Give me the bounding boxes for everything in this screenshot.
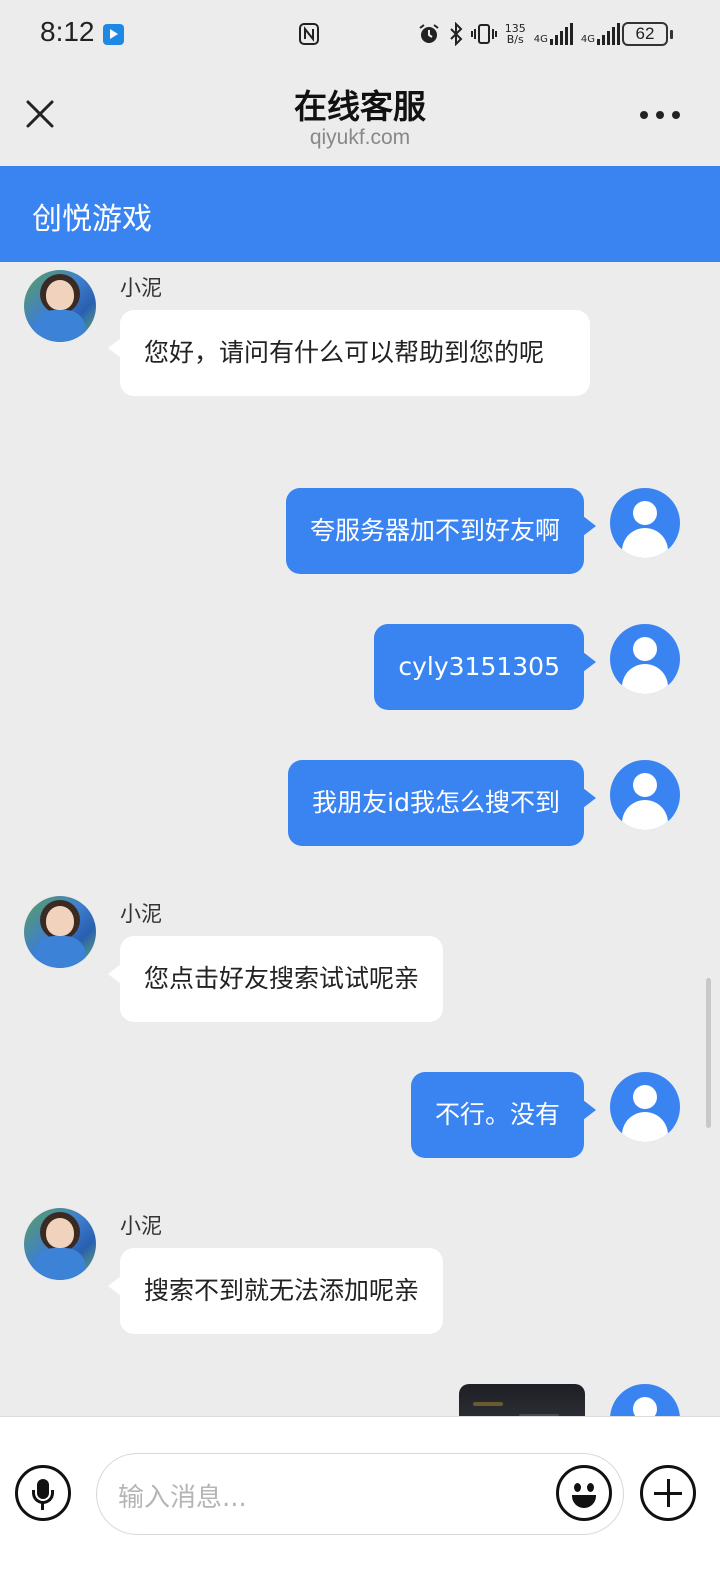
user-avatar[interactable] [610, 488, 680, 558]
chat-list[interactable]: 小泥 您好，请问有什么可以帮助到您的呢 夸服务器加不到好友啊 cyly31513… [0, 262, 720, 1436]
cell-signal-2: 4G [581, 23, 620, 45]
bluetooth-icon [450, 22, 463, 46]
brand-header: 创悦游戏 [0, 166, 720, 262]
agent-avatar[interactable] [24, 1208, 96, 1280]
cell-signal-1: 4G [534, 23, 573, 45]
nfc-icon [299, 23, 319, 45]
brand-title: 创悦游戏 [32, 202, 152, 237]
user-avatar[interactable] [610, 1072, 680, 1142]
nav-bar: 在线客服 qiyukf.com [0, 66, 720, 166]
agent-message-bubble[interactable]: 搜索不到就无法添加呢亲 [107, 1248, 444, 1334]
signal-bars-icon [597, 23, 620, 45]
microphone-icon[interactable] [15, 1465, 71, 1521]
sender-name: 小泥 [120, 902, 162, 926]
sender-name: 小泥 [120, 1214, 162, 1238]
agent-avatar[interactable] [24, 270, 96, 342]
page-title: 在线客服 [294, 87, 426, 126]
agent-avatar[interactable] [24, 896, 96, 968]
status-icons: 135 B/s 4G 4G [417, 20, 620, 48]
message-input[interactable]: 输入消息... [96, 1453, 624, 1535]
app-notification-icon [103, 24, 124, 45]
user-avatar[interactable] [610, 760, 680, 830]
user-message-bubble[interactable]: 不行。没有 [410, 1072, 597, 1158]
user-message-bubble[interactable]: 夸服务器加不到好友啊 [285, 488, 597, 574]
user-avatar[interactable] [610, 624, 680, 694]
message-input-placeholder: 输入消息... [118, 1483, 247, 1513]
vibrate-icon [470, 24, 497, 44]
more-icon[interactable] [640, 108, 680, 122]
alarm-icon [419, 24, 439, 43]
signal-bars-icon [549, 23, 573, 45]
user-message-bubble[interactable]: 我朋友id我怎么搜不到 [288, 760, 596, 846]
user-message-bubble[interactable]: cyly3151305 [374, 624, 596, 710]
scrollbar[interactable] [706, 978, 711, 1128]
network-speed: 135 B/s [504, 22, 526, 46]
battery-indicator: 62 [622, 22, 673, 46]
plus-icon[interactable] [640, 1465, 696, 1521]
agent-message-bubble[interactable]: 您点击好友搜索试试呢亲 [107, 936, 444, 1022]
status-bar: 8:12 135 B/s 4G 4G 62 [0, 0, 720, 66]
emoji-icon[interactable] [556, 1465, 612, 1521]
agent-message-bubble[interactable]: 您好，请问有什么可以帮助到您的呢 [108, 310, 590, 396]
input-bar: 输入消息... [0, 1416, 720, 1588]
page-domain: qiyukf.com [309, 126, 411, 149]
sender-name: 小泥 [120, 276, 162, 300]
status-time: 8:12 [40, 16, 95, 47]
